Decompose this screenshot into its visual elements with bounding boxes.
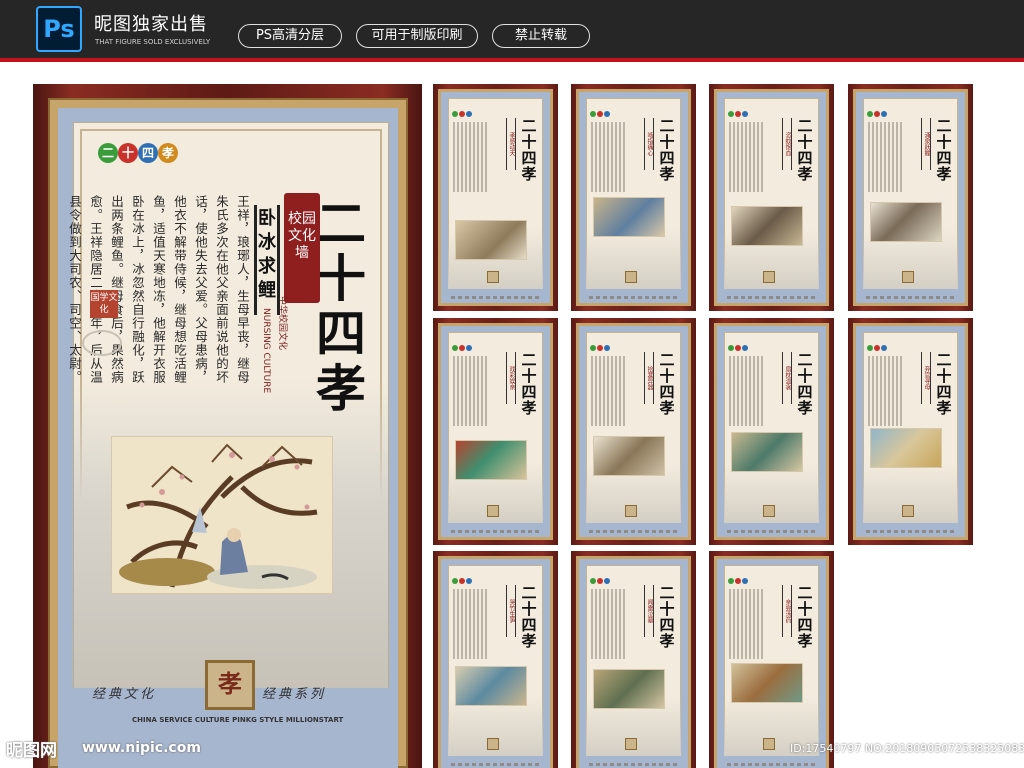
thumbnail-title: 二十四孝 (521, 351, 537, 417)
tag-printable: 可用于制版印刷 (356, 24, 478, 48)
thumbnail-painting (731, 206, 803, 246)
tag-no-repost: 禁止转载 (492, 24, 590, 48)
thumbnail-poster: 二十四孝 孝感动天 (433, 84, 558, 311)
thumbnail-painting (455, 440, 527, 480)
thumbnail-painting (593, 669, 665, 709)
thumbnail-title: 二十四孝 (659, 351, 675, 417)
poster-title: 二十四孝 (316, 194, 366, 418)
thumbnail-painting (455, 220, 527, 260)
classics-left-text: 经典文化 (92, 687, 157, 702)
thumbnail-label: 闻雷泣墓 (644, 585, 654, 637)
badge-circle: 孝 (158, 143, 178, 163)
watermark-url: www.nipic.com (82, 740, 201, 756)
photoshop-logo-icon: Ps (36, 6, 82, 52)
red-banner: 校园文化墙 (284, 193, 320, 303)
cloud-ornament-icon (82, 330, 122, 356)
watermark-id: ID:17540797 NO:20180905072538325083 (790, 742, 1024, 755)
painting-illustration-icon (112, 437, 332, 593)
thumbnail-title: 二十四孝 (521, 584, 537, 650)
thumbnail-label: 涌泉跃鲤 (921, 118, 931, 170)
story-painting (111, 436, 333, 594)
brand-name: 昵图独家出售 (94, 14, 208, 35)
thumbnail-title: 二十四孝 (797, 584, 813, 650)
thumbnail-painting (870, 202, 942, 242)
thumbnail-poster: 二十四孝 涌泉跃鲤 (848, 84, 973, 311)
thumbnail-poster: 二十四孝 哭竹生笋 (433, 551, 558, 768)
thumbnail-poster: 二十四孝 扇枕温衾 (709, 318, 834, 545)
thumbnail-title: 二十四孝 (659, 584, 675, 650)
vertical-english-text: NURSING CULTURE (261, 308, 271, 394)
thumbnail-painting (593, 436, 665, 476)
thumbnail-poster: 二十四孝 啮指痛心 (571, 84, 696, 311)
footer-english-text: CHINA SERVICE CULTURE PINKG STYLE MILLIO… (132, 716, 344, 724)
center-seal: 孝 (205, 660, 255, 710)
thumbnail-title: 二十四孝 (797, 351, 813, 417)
thumbnail-title: 二十四孝 (936, 117, 952, 183)
thumbnail-poster: 二十四孝 恣蚊饱血 (709, 84, 834, 311)
thumbnail-title: 二十四孝 (659, 117, 675, 183)
thumbnail-label: 扇枕温衾 (782, 352, 792, 404)
thumbnail-label: 戏彩娱亲 (506, 352, 516, 404)
thumbnail-title: 二十四孝 (797, 117, 813, 183)
thumbnail-label: 亲尝汤药 (782, 585, 792, 637)
thumbnail-title: 二十四孝 (936, 351, 952, 417)
thumbnail-label: 哭竹生笋 (506, 585, 516, 637)
thumbnail-label: 弃官寻母 (921, 352, 931, 404)
badge-circle: 二 (98, 143, 118, 163)
thumbnail-label: 孝感动天 (506, 118, 516, 170)
badge-circle: 十 (118, 143, 138, 163)
thumbnail-title: 二十四孝 (521, 117, 537, 183)
thumbnail-poster: 二十四孝 拾葚异器 (571, 318, 696, 545)
thumbnail-poster: 二十四孝 弃官寻母 (848, 318, 973, 545)
thumbnail-label: 拾葚异器 (644, 352, 654, 404)
screenshot-root: Ps 昵图独家出售 THAT FIGURE SOLD EXCLUSIVELY P… (0, 0, 1024, 768)
thumbnail-painting (455, 666, 527, 706)
thumbnail-painting (870, 428, 942, 468)
thumbnail-poster: 二十四孝 戏彩娱亲 (433, 318, 558, 545)
thumbnail-label: 啮指痛心 (644, 118, 654, 170)
thumbnail-poster: 二十四孝 闻雷泣墓 (571, 551, 696, 768)
thumbnail-painting (593, 197, 665, 237)
tag-ps-layered: PS高清分层 (238, 24, 342, 48)
thumbnail-painting (731, 663, 803, 703)
thumbnail-painting (731, 432, 803, 472)
header-divider (0, 58, 1024, 62)
brand-subtitle: THAT FIGURE SOLD EXCLUSIVELY (95, 38, 211, 46)
thumbnail-poster: 二十四孝 亲尝汤药 (709, 551, 834, 768)
story-text: 王祥，琅琊人，生母早丧，继母朱氏多次在他父亲面前说他的坏话，使他失去父爱。父母患… (67, 195, 250, 384)
thumbnail-label: 恣蚊饱血 (782, 118, 792, 170)
badge-circle: 四 (138, 143, 158, 163)
classics-right-text: 经典系列 (262, 687, 327, 702)
red-seal-stamp: 国学文化 (90, 290, 118, 318)
watermark-logo: 昵图网 (6, 741, 57, 761)
vertical-chinese-subtext: 中华校园文化 (277, 296, 287, 351)
